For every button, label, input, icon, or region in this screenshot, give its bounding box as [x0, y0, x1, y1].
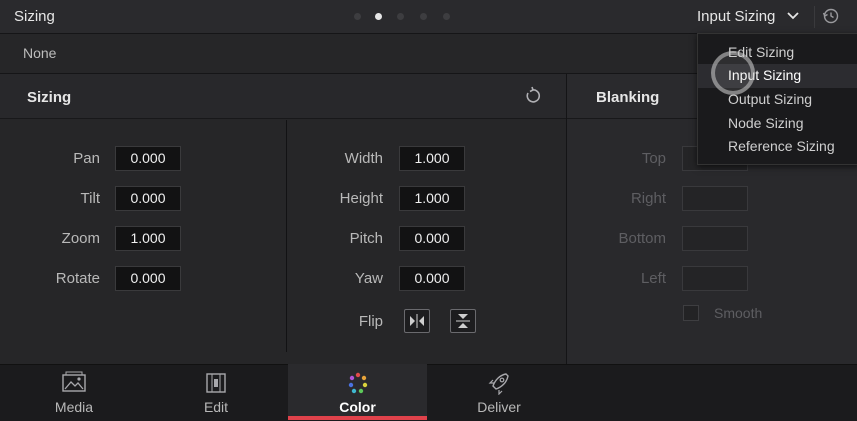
bottom-input[interactable]: [682, 226, 748, 251]
bottom-label: Bottom: [618, 230, 666, 247]
width-label: Width: [344, 150, 383, 167]
nav-color-label: Color: [339, 399, 376, 415]
divider: [814, 6, 815, 28]
yaw-label: Yaw: [354, 270, 383, 287]
column-divider: [286, 120, 287, 352]
sizing-panel-header: [0, 74, 566, 119]
blanking-title: Blanking: [596, 89, 660, 106]
rotate-input[interactable]: 0.000: [115, 266, 181, 291]
preset-value[interactable]: None: [23, 45, 56, 61]
page-dot[interactable]: [397, 13, 404, 20]
height-input[interactable]: 1.000: [399, 186, 465, 211]
nav-media-label: Media: [54, 399, 94, 415]
top-label: Top: [641, 150, 666, 167]
width-input[interactable]: 1.000: [399, 146, 465, 171]
pitch-input[interactable]: 0.000: [399, 226, 465, 251]
flip-vertical-icon: [456, 314, 470, 328]
nav-edit[interactable]: Edit: [146, 364, 286, 420]
smooth-label: Smooth: [714, 305, 763, 321]
media-icon: [62, 371, 86, 392]
right-input[interactable]: [682, 186, 748, 211]
left-label: Left: [640, 270, 666, 287]
sizing-mode-select[interactable]: Input Sizing: [697, 8, 775, 25]
smooth-checkbox[interactable]: [683, 305, 699, 321]
edit-icon: [206, 373, 226, 393]
page-dot[interactable]: [354, 13, 361, 20]
color-icon: [348, 372, 368, 394]
height-label: Height: [339, 190, 383, 207]
nav-color[interactable]: Color: [288, 364, 427, 420]
right-label: Right: [630, 190, 666, 207]
reset-history-icon[interactable]: [822, 7, 840, 25]
flip-horizontal-button[interactable]: [404, 309, 430, 333]
nav-edit-label: Edit: [203, 399, 229, 415]
tilt-label: Tilt: [80, 190, 100, 207]
tilt-input[interactable]: 0.000: [115, 186, 181, 211]
nav-media[interactable]: Media: [4, 364, 144, 420]
panel-title: Sizing: [14, 8, 55, 25]
flip-vertical-button[interactable]: [450, 309, 476, 333]
menu-item-reference-sizing[interactable]: Reference Sizing: [728, 138, 835, 154]
pan-label: Pan: [73, 150, 100, 167]
reset-icon[interactable]: [523, 86, 543, 106]
zoom-input[interactable]: 1.000: [115, 226, 181, 251]
flip-label: Flip: [358, 313, 383, 330]
page-dot[interactable]: [420, 13, 427, 20]
cursor-indicator: [711, 51, 755, 95]
chevron-down-icon[interactable]: [786, 9, 800, 23]
flip-horizontal-icon: [410, 314, 424, 328]
yaw-input[interactable]: 0.000: [399, 266, 465, 291]
left-input[interactable]: [682, 266, 748, 291]
nav-deliver[interactable]: Deliver: [429, 364, 569, 420]
rotate-label: Rotate: [55, 270, 100, 287]
menu-item-node-sizing[interactable]: Node Sizing: [728, 115, 804, 131]
nav-deliver-label: Deliver: [477, 399, 521, 415]
zoom-label: Zoom: [61, 230, 100, 247]
sizing-title: Sizing: [27, 89, 72, 106]
pitch-label: Pitch: [349, 230, 383, 247]
deliver-icon: [488, 373, 509, 395]
page-dot[interactable]: [443, 13, 450, 20]
pan-input[interactable]: 0.000: [115, 146, 181, 171]
page-dot-active[interactable]: [375, 13, 382, 20]
active-tab-indicator: [288, 416, 427, 420]
